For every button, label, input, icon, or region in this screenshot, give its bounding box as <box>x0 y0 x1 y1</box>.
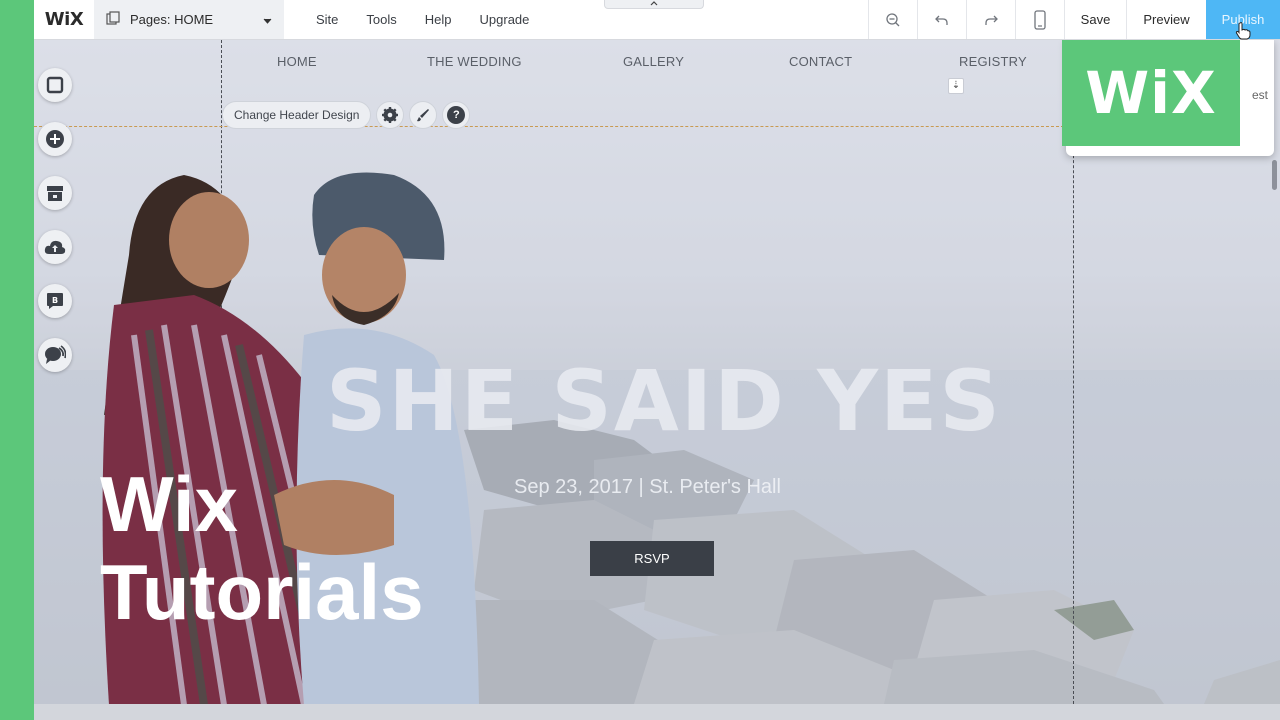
tutorial-title-line-1: Wix <box>100 460 238 548</box>
nav-gallery[interactable]: GALLERY <box>623 54 684 69</box>
hero-title[interactable]: SHE SAID YES <box>326 352 1002 450</box>
svg-text:B: B <box>52 296 58 305</box>
tutorial-title-line-2: Tutorials <box>100 548 424 636</box>
change-header-design-button[interactable]: Change Header Design <box>222 101 372 129</box>
editor-toolbar: WiX Pages: HOME Site Tools Help Upgrade <box>34 0 1280 40</box>
wix-editor-window: WiX Pages: HOME Site Tools Help Upgrade <box>34 0 1280 720</box>
design-brush-icon[interactable] <box>409 101 438 129</box>
chevron-up-icon <box>650 1 658 6</box>
editor-menu: Site Tools Help Upgrade <box>284 0 543 39</box>
settings-icon[interactable] <box>376 101 405 129</box>
pages-current-label: Pages: HOME <box>130 12 214 27</box>
hand-cursor-icon <box>1235 22 1251 40</box>
undo-icon[interactable] <box>917 0 966 39</box>
upload-icon[interactable] <box>38 230 72 264</box>
menu-help[interactable]: Help <box>411 0 466 40</box>
nav-contact[interactable]: CONTACT <box>789 54 852 69</box>
chat-icon[interactable] <box>38 338 72 372</box>
redo-icon[interactable] <box>966 0 1015 39</box>
app-market-icon[interactable] <box>38 176 72 210</box>
canvas-bottom-edge <box>34 704 1280 720</box>
tutorial-overlay-title: Wix Tutorials <box>100 460 424 636</box>
rsvp-button[interactable]: RSVP <box>590 541 714 576</box>
header-boundary-line[interactable] <box>34 126 1064 127</box>
blog-icon[interactable]: B <box>38 284 72 318</box>
header-tools: Change Header Design ? <box>222 101 471 129</box>
toolbar-actions: Save Preview Publish <box>868 0 1280 39</box>
help-icon[interactable]: ? <box>442 101 471 129</box>
save-button[interactable]: Save <box>1064 0 1126 39</box>
nav-home[interactable]: HOME <box>277 54 317 69</box>
toolbar-collapse-handle[interactable] <box>604 0 704 9</box>
menu-site[interactable]: Site <box>302 0 352 40</box>
chevron-down-icon <box>263 12 272 27</box>
pages-dropdown[interactable]: Pages: HOME <box>94 0 284 39</box>
nav-the-wedding[interactable]: THE WEDDING <box>427 54 522 69</box>
pages-icon <box>106 11 120 28</box>
nav-registry[interactable]: REGISTRY <box>959 54 1027 69</box>
publish-dropdown-text: est <box>1251 88 1268 102</box>
question-mark-glyph: ? <box>447 106 466 124</box>
background-icon[interactable] <box>38 68 72 102</box>
zoom-out-icon[interactable] <box>868 0 917 39</box>
wix-editor-logo[interactable]: WiX <box>34 0 94 39</box>
mobile-view-icon[interactable] <box>1015 0 1064 39</box>
add-icon[interactable] <box>38 122 72 156</box>
header-anchor-down-icon[interactable]: ⇣ <box>948 78 964 94</box>
menu-tools[interactable]: Tools <box>352 0 410 40</box>
preview-button[interactable]: Preview <box>1126 0 1206 39</box>
wix-logo-badge: WiX <box>1062 40 1240 146</box>
menu-upgrade[interactable]: Upgrade <box>466 0 544 40</box>
hero-subtitle[interactable]: Sep 23, 2017 | St. Peter's Hall <box>514 476 781 499</box>
editor-left-panel: B <box>38 68 72 372</box>
canvas-scrollbar[interactable] <box>1272 160 1277 190</box>
